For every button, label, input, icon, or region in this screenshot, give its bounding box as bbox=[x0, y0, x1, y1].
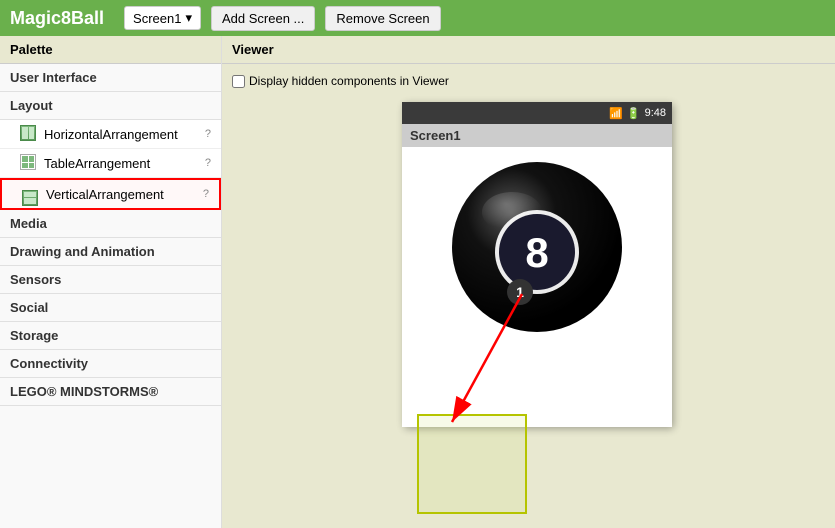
sidebar-item-label: Sensors bbox=[10, 272, 61, 287]
horizontal-arrangement-label: HorizontalArrangement bbox=[44, 127, 199, 142]
palette-header: Palette bbox=[0, 36, 221, 64]
vertical-arrangement-icon bbox=[22, 185, 40, 203]
palette-item-table[interactable]: TableArrangement ? bbox=[0, 149, 221, 178]
sidebar-item-label: Media bbox=[10, 216, 47, 231]
horizontal-arrangement-icon bbox=[20, 125, 38, 143]
viewer-area: Viewer Display hidden components in View… bbox=[222, 36, 835, 528]
app-title: Magic8Ball bbox=[10, 8, 104, 29]
sidebar-item-storage[interactable]: Storage bbox=[0, 322, 221, 350]
table-arrangement-icon bbox=[20, 154, 38, 172]
sidebar-item-label: Social bbox=[10, 300, 48, 315]
sidebar-item-label: Connectivity bbox=[10, 356, 88, 371]
app-header: Magic8Ball Screen1 ▾ Add Screen ... Remo… bbox=[0, 0, 835, 36]
viewer-content: Display hidden components in Viewer 📶 🔋 … bbox=[222, 64, 835, 524]
sidebar-palette: Palette User Interface Layout Horizontal… bbox=[0, 36, 222, 528]
main-layout: Palette User Interface Layout Horizontal… bbox=[0, 36, 835, 528]
display-hidden-checkbox[interactable] bbox=[232, 75, 245, 88]
sidebar-item-user-interface[interactable]: User Interface bbox=[0, 64, 221, 92]
palette-item-horizontal[interactable]: HorizontalArrangement ? bbox=[0, 120, 221, 149]
table-arrangement-label: TableArrangement bbox=[44, 156, 199, 171]
display-hidden-label: Display hidden components in Viewer bbox=[249, 74, 449, 88]
phone-screen-title: Screen1 bbox=[402, 124, 672, 147]
vertical-arrangement-label: VerticalArrangement bbox=[46, 187, 197, 202]
remove-screen-button[interactable]: Remove Screen bbox=[325, 6, 440, 31]
svg-text:8: 8 bbox=[525, 229, 548, 276]
help-icon-vertical[interactable]: ? bbox=[203, 188, 209, 200]
help-icon-horizontal[interactable]: ? bbox=[205, 128, 211, 140]
sidebar-item-connectivity[interactable]: Connectivity bbox=[0, 350, 221, 378]
magic8ball-image: 8 bbox=[447, 157, 627, 337]
dropdown-arrow-icon: ▾ bbox=[185, 10, 192, 26]
screen-dropdown-label: Screen1 bbox=[133, 11, 181, 26]
palette-item-vertical[interactable]: VerticalArrangement ? bbox=[0, 178, 221, 210]
sidebar-item-social[interactable]: Social bbox=[0, 294, 221, 322]
phone-status-bar: 📶 🔋 9:48 bbox=[402, 102, 672, 124]
phone-empty-area bbox=[412, 337, 662, 417]
help-icon-table[interactable]: ? bbox=[205, 157, 211, 169]
sidebar-item-lego[interactable]: LEGO® MINDSTORMS® bbox=[0, 378, 221, 406]
viewer-header: Viewer bbox=[222, 36, 835, 64]
wifi-icon: 📶 bbox=[609, 107, 623, 120]
drop-target-box[interactable] bbox=[417, 414, 527, 514]
sidebar-item-sensors[interactable]: Sensors bbox=[0, 266, 221, 294]
add-screen-button[interactable]: Add Screen ... bbox=[211, 6, 315, 31]
step-badge: 1 bbox=[507, 279, 533, 305]
phone-screen-body: 8 bbox=[402, 147, 672, 427]
sidebar-item-layout[interactable]: Layout bbox=[0, 92, 221, 120]
layout-items: HorizontalArrangement ? TableArrangement… bbox=[0, 120, 221, 210]
sidebar-item-drawing-animation[interactable]: Drawing and Animation bbox=[0, 238, 221, 266]
display-hidden-row: Display hidden components in Viewer bbox=[232, 74, 825, 88]
battery-icon: 🔋 bbox=[627, 107, 641, 120]
screen-dropdown[interactable]: Screen1 ▾ bbox=[124, 6, 201, 30]
sidebar-item-label: User Interface bbox=[10, 70, 97, 85]
status-time: 9:48 bbox=[645, 107, 666, 119]
phone-mockup: 📶 🔋 9:48 Screen1 bbox=[402, 102, 672, 427]
sidebar-item-label: Layout bbox=[10, 98, 53, 113]
sidebar-item-label: Drawing and Animation bbox=[10, 244, 155, 259]
sidebar-item-label: LEGO® MINDSTORMS® bbox=[10, 384, 158, 399]
sidebar-item-label: Storage bbox=[10, 328, 58, 343]
sidebar-item-media[interactable]: Media bbox=[0, 210, 221, 238]
